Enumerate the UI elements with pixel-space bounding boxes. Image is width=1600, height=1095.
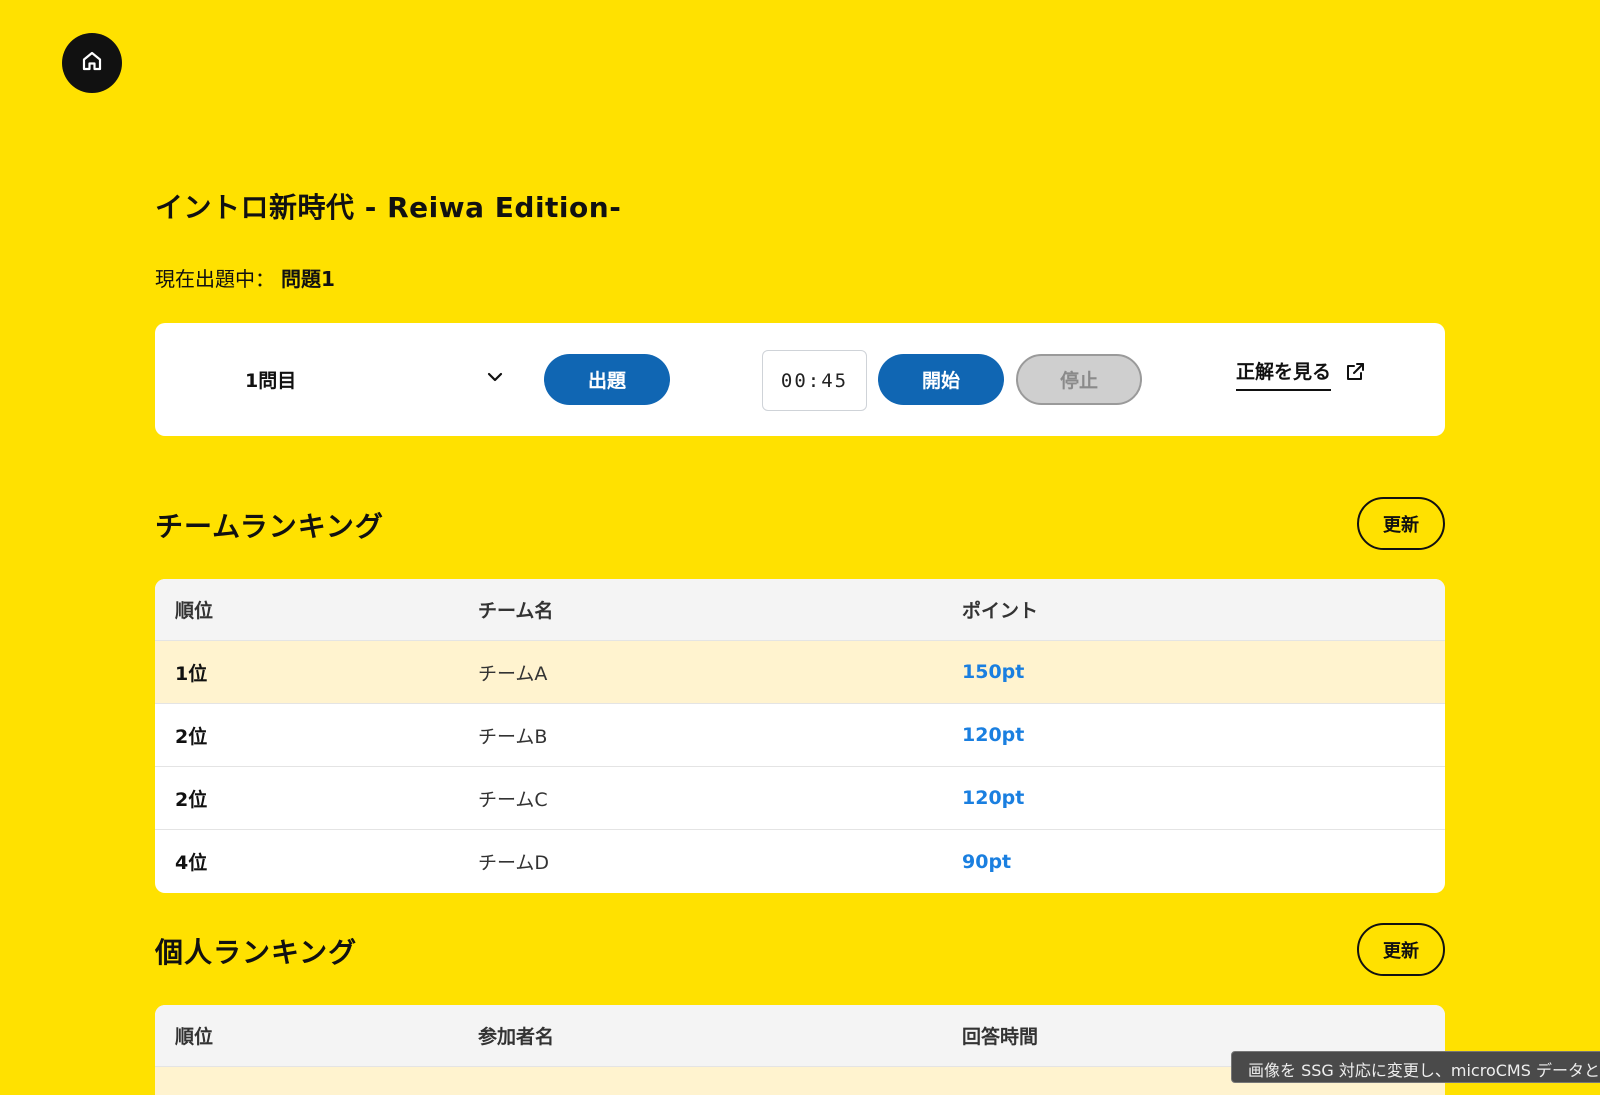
- start-button[interactable]: 開始: [878, 354, 1004, 405]
- current-question-value: 問題1: [281, 267, 335, 291]
- page-title: イントロ新時代 - Reiwa Edition-: [155, 191, 622, 224]
- question-select-value: 1問目: [245, 369, 297, 392]
- header-answer-time: 回答時間: [962, 1026, 1039, 1048]
- view-answer-link[interactable]: 正解を見る: [1236, 357, 1367, 391]
- team-name-cell: チームA: [478, 662, 548, 685]
- team-name-cell: チームD: [478, 852, 550, 874]
- header-rank: 順位: [175, 600, 214, 622]
- team-name-cell: チームC: [478, 788, 548, 811]
- view-answer-label: 正解を見る: [1236, 357, 1332, 391]
- individual-ranking-title: 個人ランキング: [155, 936, 358, 969]
- rank-cell: 4位: [175, 852, 208, 874]
- timer-display: 00:45: [762, 350, 867, 411]
- home-button[interactable]: [62, 33, 122, 93]
- current-question-label: 現在出題中：: [155, 267, 275, 291]
- stop-button[interactable]: 停止: [1016, 354, 1142, 405]
- table-row: 1位 チームA 150pt: [155, 641, 1445, 704]
- header-rank: 順位: [175, 1026, 214, 1048]
- home-icon: [80, 49, 104, 77]
- team-refresh-button[interactable]: 更新: [1357, 497, 1445, 550]
- current-question: 現在出題中： 問題1: [155, 263, 335, 292]
- table-row: 2位 チームC 120pt: [155, 767, 1445, 830]
- ask-question-button[interactable]: 出題: [544, 354, 670, 405]
- chevron-down-icon: [485, 367, 505, 392]
- page: イントロ新時代 - Reiwa Edition- 現在出題中： 問題1 1問目 …: [0, 0, 1600, 1095]
- header-participant-name: 参加者名: [478, 1026, 555, 1048]
- header-team-name: チーム名: [478, 600, 554, 622]
- header-points: ポイント: [962, 600, 1039, 622]
- points-cell: 150pt: [962, 661, 1025, 683]
- question-select[interactable]: 1問目: [225, 353, 505, 405]
- control-panel: 1問目 出題 00:45 開始 停止 正解を見る: [155, 323, 1445, 436]
- team-ranking-table: 順位 チーム名 ポイント 1位 チームA 150pt 2位 チームB 120pt…: [155, 579, 1445, 893]
- team-name-cell: チームB: [478, 725, 548, 748]
- points-cell: 90pt: [962, 850, 1012, 873]
- status-toast: 画像を SSG 対応に変更し、microCMS データと: [1231, 1051, 1600, 1083]
- table-header: 順位 チーム名 ポイント: [155, 579, 1445, 641]
- individual-refresh-button[interactable]: 更新: [1357, 923, 1445, 976]
- table-row: 4位 チームD 90pt: [155, 830, 1445, 893]
- external-link-icon: [1343, 360, 1367, 389]
- rank-cell: 2位: [175, 725, 208, 748]
- points-cell: 120pt: [962, 724, 1025, 746]
- team-ranking-title: チームランキング: [155, 510, 384, 543]
- rank-cell: 1位: [175, 662, 208, 685]
- points-cell: 120pt: [962, 787, 1025, 809]
- rank-cell: 2位: [175, 788, 208, 811]
- table-row: 2位 チームB 120pt: [155, 704, 1445, 767]
